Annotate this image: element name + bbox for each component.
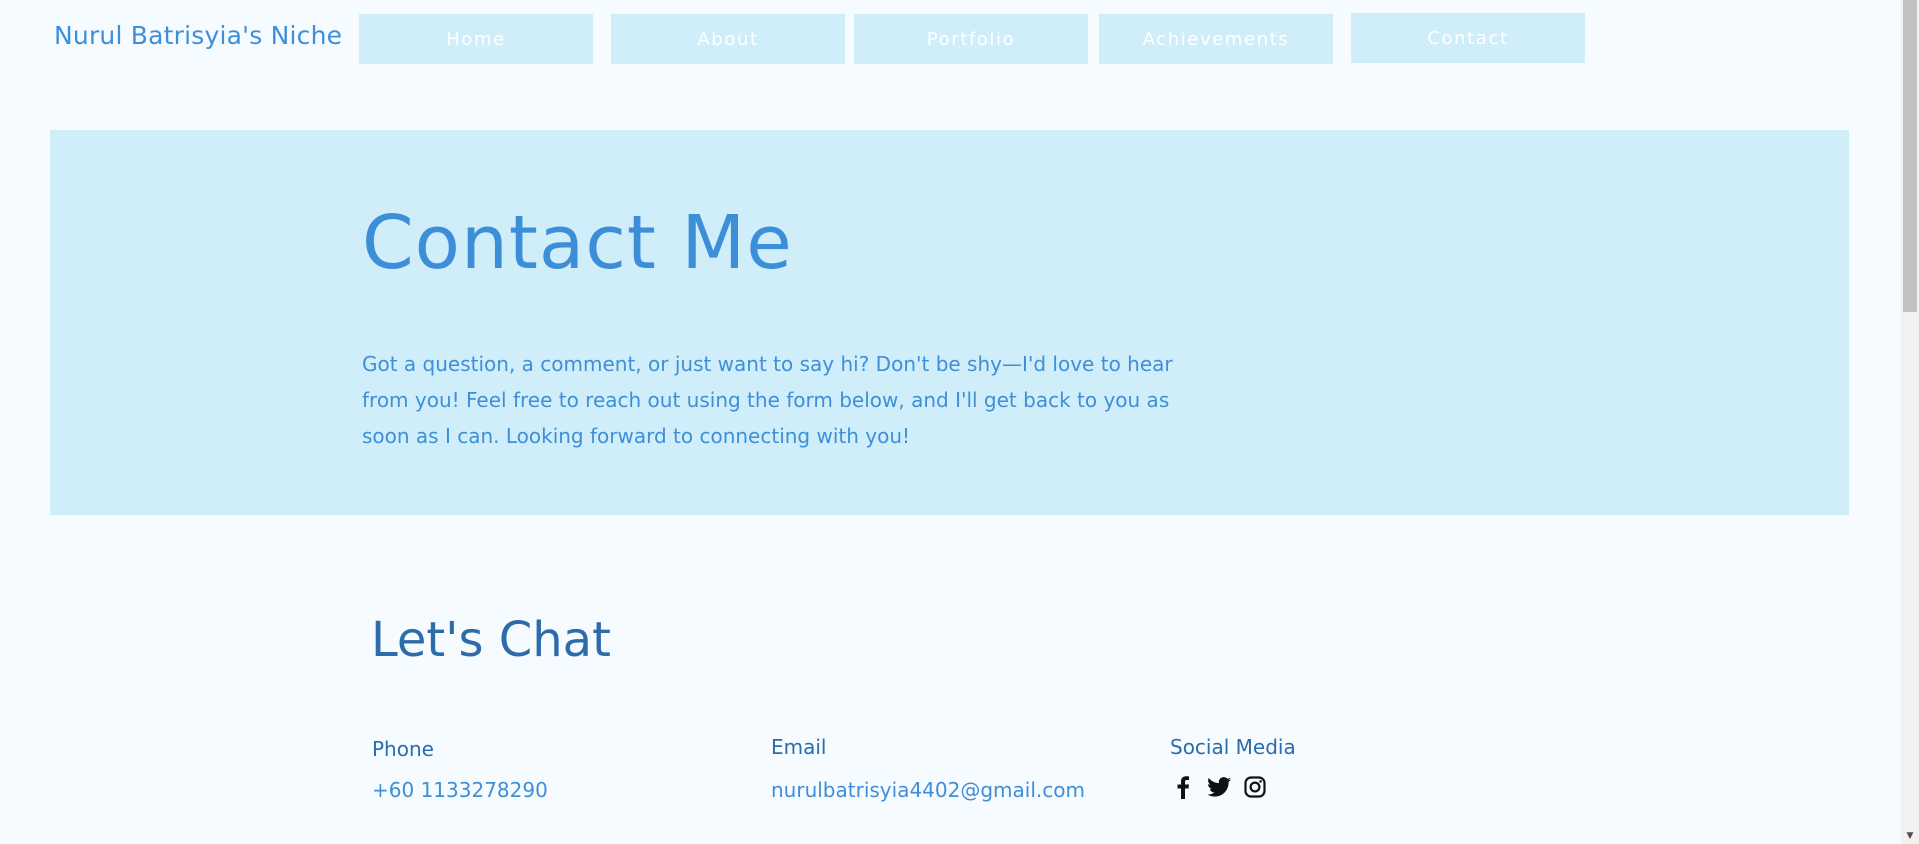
hero-title: Contact Me — [362, 200, 793, 286]
nav-home-button[interactable]: Home — [359, 14, 593, 64]
phone-value[interactable]: +60 1133278290 — [372, 778, 548, 802]
contact-hero: Contact Me Got a question, a comment, or… — [50, 130, 1849, 515]
nav-about-button[interactable]: About — [611, 14, 845, 64]
scroll-down-arrow-icon[interactable]: ▼ — [1901, 828, 1919, 844]
vertical-scrollbar[interactable]: ▼ — [1901, 0, 1919, 844]
chat-title: Let's Chat — [371, 612, 611, 668]
social-media-label: Social Media — [1170, 735, 1296, 759]
page: Nurul Batrisyia's Niche Home About Portf… — [0, 0, 1919, 844]
twitter-icon[interactable] — [1206, 774, 1232, 800]
hero-text: Got a question, a comment, or just want … — [362, 352, 1173, 448]
nav-achievements-button[interactable]: Achievements — [1099, 14, 1333, 64]
nav-portfolio-button[interactable]: Portfolio — [854, 14, 1088, 64]
site-title[interactable]: Nurul Batrisyia's Niche — [54, 21, 342, 50]
nav-contact-button[interactable]: Contact — [1351, 13, 1585, 63]
scrollbar-thumb[interactable] — [1903, 0, 1917, 312]
social-links — [1170, 774, 1268, 800]
facebook-icon[interactable] — [1170, 774, 1196, 800]
instagram-icon[interactable] — [1242, 774, 1268, 800]
phone-label: Phone — [372, 737, 434, 761]
email-label: Email — [771, 735, 827, 759]
email-value[interactable]: nurulbatrisyia4402@gmail.com — [771, 778, 1085, 802]
